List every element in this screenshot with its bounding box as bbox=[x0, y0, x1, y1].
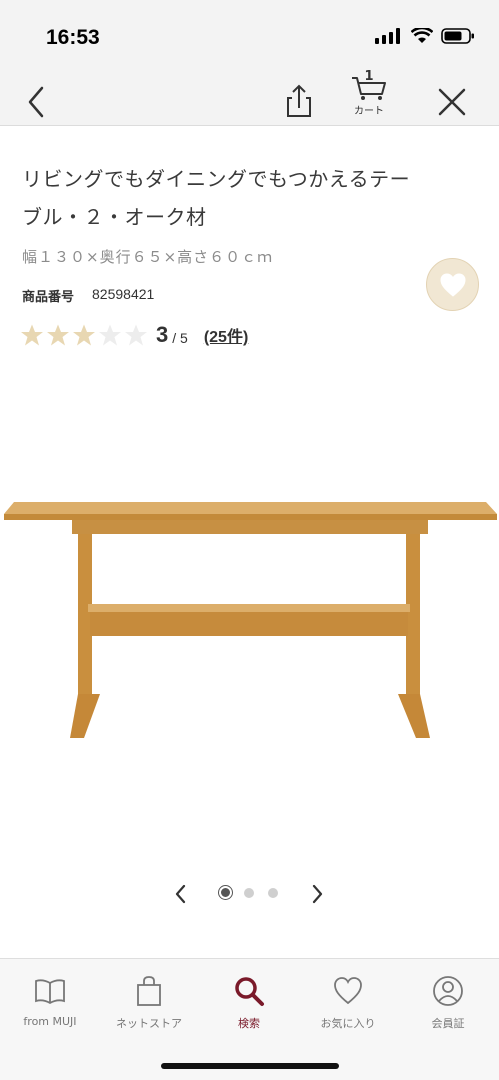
status-time: 16:53 bbox=[46, 26, 100, 49]
product-number: 商品番号 82598421 bbox=[22, 286, 154, 305]
tab-label: 会員証 bbox=[431, 1017, 465, 1030]
product-title: リビングでもダイニングでもつかえるテー ブル・２・オーク材 bbox=[22, 160, 477, 236]
tab-label: ネットストア bbox=[116, 1017, 182, 1030]
heart-icon bbox=[439, 272, 466, 297]
tab-member-card[interactable]: 会員証 bbox=[398, 969, 498, 1039]
tab-favorites[interactable]: お気に入り bbox=[298, 969, 398, 1039]
tab-label: 検索 bbox=[238, 1017, 260, 1030]
review-count-link[interactable]: (25件) bbox=[204, 323, 248, 347]
status-bar: 16:53 bbox=[0, 0, 499, 70]
battery-icon bbox=[441, 28, 474, 44]
carousel-dot-3[interactable] bbox=[268, 888, 278, 898]
signal-icon bbox=[375, 28, 400, 44]
rating-stars bbox=[20, 323, 148, 347]
product-size: 幅１３０×奥行６５×高さ６０ｃｍ bbox=[22, 248, 274, 266]
bag-icon bbox=[137, 976, 161, 1006]
rating-max: / 5 bbox=[172, 330, 188, 346]
star-icon bbox=[99, 324, 121, 346]
chevron-left-icon[interactable] bbox=[170, 882, 192, 906]
share-icon[interactable] bbox=[282, 78, 316, 118]
wifi-icon bbox=[411, 28, 433, 43]
star-icon bbox=[21, 324, 43, 346]
product-title-line: ブル・２・オーク材 bbox=[22, 205, 207, 229]
rating: 3 / 5 (25件) bbox=[20, 322, 248, 348]
search-icon bbox=[235, 977, 264, 1006]
carousel-dot-1[interactable] bbox=[219, 886, 232, 899]
favorite-button[interactable] bbox=[426, 258, 479, 311]
tab-net-store[interactable]: ネットストア bbox=[99, 969, 199, 1039]
back-icon[interactable] bbox=[20, 78, 54, 118]
image-carousel-controls bbox=[0, 880, 499, 908]
star-icon bbox=[47, 324, 69, 346]
heart-icon bbox=[334, 977, 362, 1005]
product-number-value: 82598421 bbox=[92, 286, 155, 302]
home-indicator bbox=[161, 1063, 339, 1069]
star-icon bbox=[125, 324, 147, 346]
cart-button[interactable]: 1 カート bbox=[344, 69, 394, 122]
close-icon[interactable] bbox=[432, 78, 472, 118]
tab-from-muji[interactable]: from MUJI bbox=[0, 969, 100, 1039]
chevron-right-icon[interactable] bbox=[306, 882, 328, 906]
product-title-line: リビングでもダイニングでもつかえるテー bbox=[22, 167, 411, 191]
tab-label: from MUJI bbox=[23, 1015, 77, 1028]
status-icons bbox=[375, 28, 475, 44]
star-icon bbox=[73, 324, 95, 346]
cart-count: 1 bbox=[364, 69, 374, 84]
member-icon bbox=[433, 976, 463, 1006]
carousel-dot-2[interactable] bbox=[244, 888, 254, 898]
nav-bar: 1 カート bbox=[0, 69, 499, 126]
rating-score: 3 bbox=[156, 322, 169, 347]
tab-search[interactable]: 検索 bbox=[199, 969, 299, 1039]
book-icon bbox=[35, 979, 65, 1005]
product-number-label: 商品番号 bbox=[22, 290, 75, 305]
tab-bar: from MUJI ネットストア 検索 お気に入り 会員証 bbox=[0, 958, 499, 1080]
tab-label: お気に入り bbox=[320, 1017, 376, 1030]
cart-label: カート bbox=[354, 106, 384, 117]
product-image[interactable] bbox=[0, 470, 499, 760]
